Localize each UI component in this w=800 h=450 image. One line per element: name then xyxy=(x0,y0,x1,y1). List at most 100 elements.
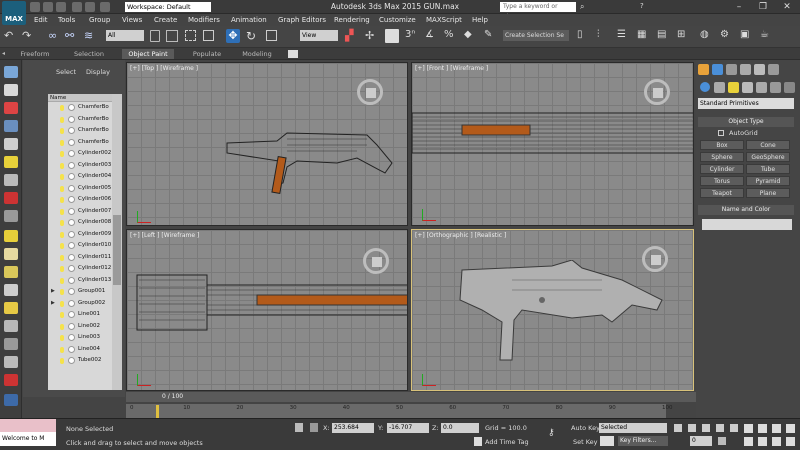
visibility-bulb-icon[interactable] xyxy=(60,300,64,307)
maximize-viewport-icon[interactable] xyxy=(786,437,795,446)
shapes-icon[interactable] xyxy=(714,82,725,93)
name-and-color-rollout[interactable]: Name and Color xyxy=(698,205,794,215)
scene-list-item[interactable]: ▶ Group002 xyxy=(48,298,112,310)
link-icon[interactable]: ∞ xyxy=(48,29,62,43)
select-rotate-icon[interactable]: ↻ xyxy=(246,29,260,43)
set-key-label[interactable]: Set Key xyxy=(573,438,598,446)
hide-icon[interactable] xyxy=(4,320,18,332)
pan-view-icon[interactable] xyxy=(758,437,767,446)
graphite-toolbar-icon[interactable]: ▦ xyxy=(637,29,651,43)
menu-views[interactable]: Views xyxy=(122,14,142,26)
go-to-end-icon[interactable] xyxy=(730,424,738,432)
time-slider[interactable] xyxy=(126,392,696,402)
key-icon[interactable]: ⚷ xyxy=(548,428,562,438)
tab-modeling[interactable]: Modeling xyxy=(234,49,280,59)
scene-list-item[interactable]: ▶ Group001 xyxy=(48,286,112,298)
visibility-bulb-icon[interactable] xyxy=(60,335,64,341)
menu-rendering[interactable]: Rendering xyxy=(334,14,370,26)
current-frame-field[interactable]: 0 xyxy=(690,436,712,446)
rectangular-selection-icon[interactable] xyxy=(185,30,196,41)
absolute-mode-icon[interactable] xyxy=(310,423,318,432)
scene-list-item[interactable]: ChamferBo xyxy=(48,125,112,137)
layer-manager-icon[interactable]: ☰ xyxy=(617,29,631,43)
zoom-all-icon[interactable] xyxy=(758,424,767,433)
select-move-icon[interactable]: ✥ xyxy=(226,29,240,43)
visibility-bulb-icon[interactable] xyxy=(60,174,64,180)
viewport-layout-icon[interactable] xyxy=(4,394,18,406)
scene-list-item[interactable]: Tube002 xyxy=(48,355,112,367)
motion-panel-icon[interactable] xyxy=(740,64,751,75)
scene-object-list[interactable]: Name ChamferBo ChamferBo ChamferBo ChamferB… xyxy=(48,94,112,390)
menu-tools[interactable]: Tools xyxy=(58,14,75,26)
menu-edit[interactable]: Edit xyxy=(34,14,48,26)
scene-list-item[interactable]: Line001 xyxy=(48,309,112,321)
space-warps-icon[interactable] xyxy=(770,82,781,93)
scene-list-item[interactable]: Line002 xyxy=(48,321,112,333)
time-configuration-icon[interactable] xyxy=(718,437,726,445)
app-logo[interactable]: MAX xyxy=(2,1,26,25)
visibility-bulb-icon[interactable] xyxy=(60,358,64,364)
viewport-perspective[interactable]: [+] [Orthographic ] [Realistic ] xyxy=(411,229,694,391)
visibility-bulb-icon[interactable] xyxy=(60,312,64,318)
material-editor-icon[interactable]: ◍ xyxy=(700,29,714,43)
display-references-icon[interactable] xyxy=(4,138,18,150)
display-none-icon[interactable] xyxy=(4,102,18,114)
visibility-bulb-icon[interactable] xyxy=(60,254,64,261)
visibility-bulb-icon[interactable] xyxy=(60,105,64,111)
sort-icon[interactable] xyxy=(4,338,18,350)
maxscript-mini-listener[interactable]: Welcome to M xyxy=(0,432,56,446)
scene-list-item[interactable]: ChamferBo xyxy=(48,137,112,149)
spinner-snap-icon[interactable]: ◆ xyxy=(464,29,478,43)
torus-button[interactable]: Torus xyxy=(700,176,744,186)
go-to-start-icon[interactable] xyxy=(674,424,682,432)
menu-modifiers[interactable]: Modifiers xyxy=(188,14,220,26)
edit-named-selection-icon[interactable]: ✎ xyxy=(484,29,498,43)
zoom-extents-icon[interactable] xyxy=(772,424,781,433)
display-helpers-icon[interactable] xyxy=(4,192,18,204)
select-object-icon[interactable] xyxy=(150,30,160,42)
scene-list-item[interactable]: ChamferBo xyxy=(48,102,112,114)
maximize-button[interactable]: ❐ xyxy=(752,0,774,14)
key-filters-button[interactable]: Key Filters... xyxy=(618,436,668,446)
expand-arrow-icon[interactable]: ▶ xyxy=(51,286,55,298)
layer-icon[interactable] xyxy=(4,374,18,386)
project-folder-icon[interactable] xyxy=(100,2,110,12)
set-key-icon[interactable] xyxy=(600,436,614,446)
scene-list-item[interactable]: Cylinder011 xyxy=(48,252,112,264)
time-tag-icon[interactable] xyxy=(474,437,482,446)
viewport-perspective-label[interactable]: [+] [Orthographic ] [Realistic ] xyxy=(415,232,506,239)
scene-explorer-icon[interactable] xyxy=(4,66,18,78)
visibility-bulb-icon[interactable] xyxy=(60,151,64,157)
menu-help[interactable]: Help xyxy=(472,14,488,26)
named-selection-dropdown[interactable]: Create Selection Se xyxy=(503,30,569,41)
undo-toolbar-icon[interactable]: ↶ xyxy=(4,29,18,43)
select-scale-icon[interactable] xyxy=(266,30,277,41)
display-children-icon[interactable] xyxy=(4,120,18,132)
percent-snap-icon[interactable]: % xyxy=(444,29,458,43)
scene-list-item[interactable]: Cylinder004 xyxy=(48,171,112,183)
display-bones-icon[interactable] xyxy=(4,266,18,278)
cameras-icon[interactable] xyxy=(742,82,753,93)
tab-selection[interactable]: Selection xyxy=(66,49,112,59)
geometry-icon[interactable] xyxy=(700,82,710,92)
modify-panel-icon[interactable] xyxy=(712,64,723,75)
next-frame-icon[interactable] xyxy=(716,424,724,432)
visibility-bulb-icon[interactable] xyxy=(60,128,64,134)
menu-create[interactable]: Create xyxy=(154,14,177,26)
visibility-bulb-icon[interactable] xyxy=(60,266,64,272)
cone-button[interactable]: Cone xyxy=(746,140,790,150)
binoculars-icon[interactable]: ⌕ xyxy=(580,2,590,12)
menu-animation[interactable]: Animation xyxy=(231,14,267,26)
scene-list-item[interactable]: ChamferBo xyxy=(48,114,112,126)
visibility-bulb-icon[interactable] xyxy=(60,277,64,284)
scene-list-item[interactable]: Cylinder006 xyxy=(48,194,112,206)
box-button[interactable]: Box xyxy=(700,140,744,150)
angle-snap-icon[interactable]: ∡ xyxy=(425,29,439,43)
viewcube-icon[interactable] xyxy=(357,79,383,105)
display-lights-icon[interactable] xyxy=(4,156,18,168)
scene-list-item[interactable]: Cylinder002 xyxy=(48,148,112,160)
tab-object-paint[interactable]: Object Paint xyxy=(122,49,174,59)
display-containers-icon[interactable] xyxy=(4,284,18,296)
select-filter-icon[interactable] xyxy=(4,84,18,96)
bind-space-warp-icon[interactable]: ≋ xyxy=(84,29,98,43)
